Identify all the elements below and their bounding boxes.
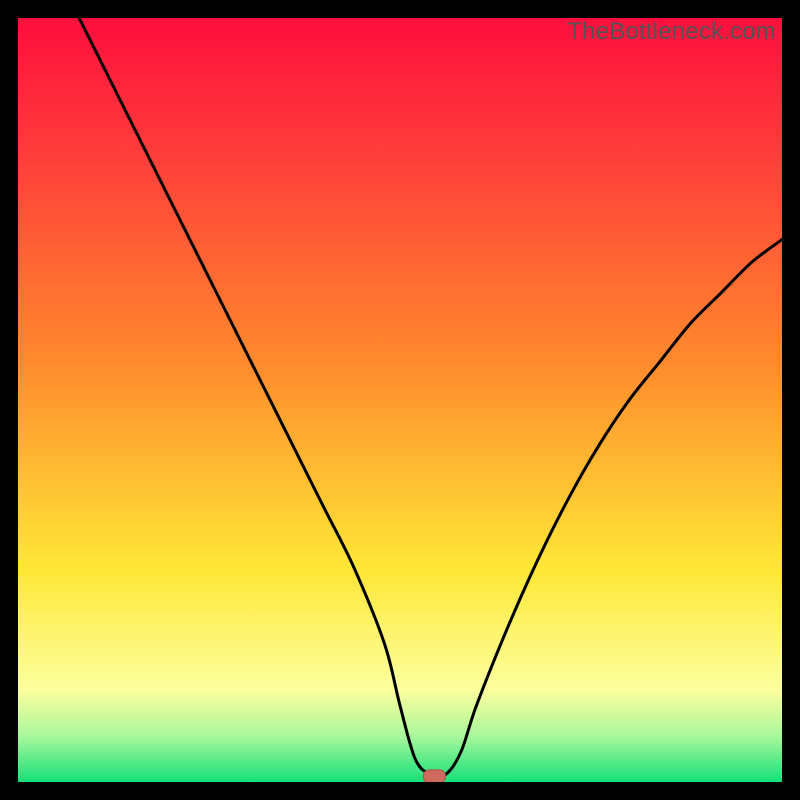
bottleneck-chart bbox=[18, 18, 782, 782]
chart-frame: TheBottleneck.com bbox=[0, 0, 800, 800]
watermark-text: TheBottleneck.com bbox=[567, 18, 776, 46]
plot-area: TheBottleneck.com bbox=[18, 18, 782, 782]
gradient-background bbox=[18, 18, 782, 782]
optimal-marker bbox=[423, 770, 445, 782]
